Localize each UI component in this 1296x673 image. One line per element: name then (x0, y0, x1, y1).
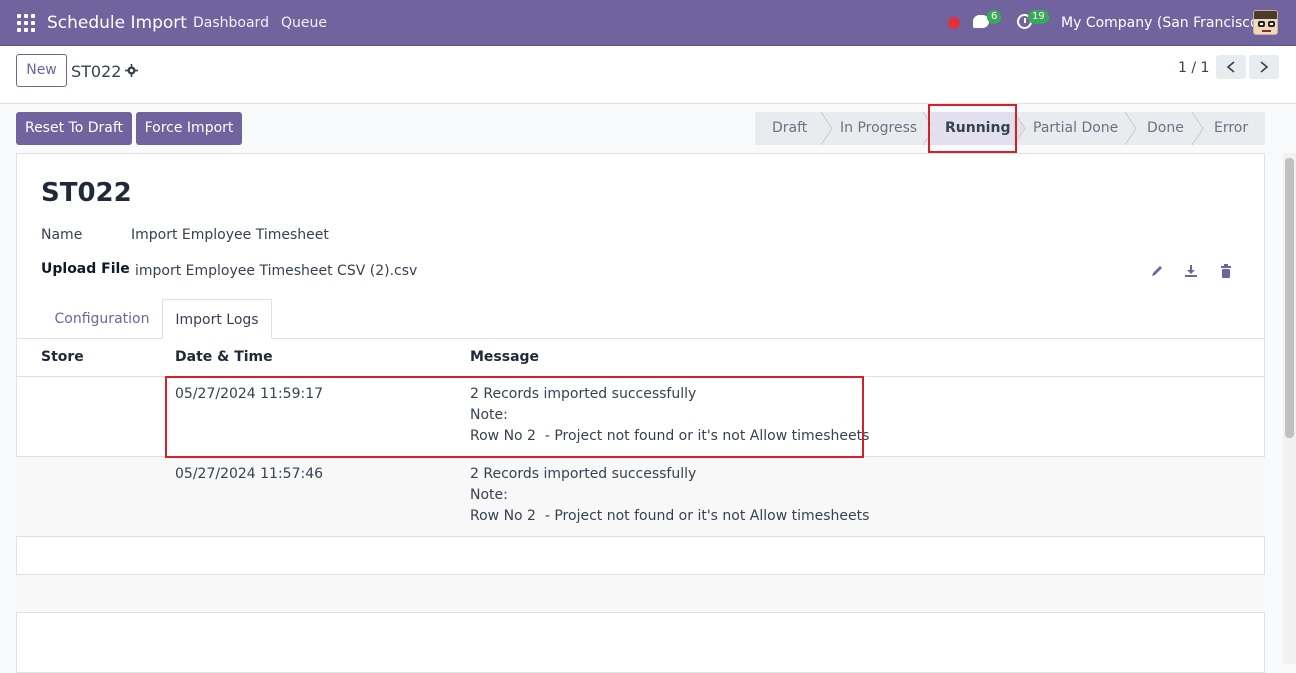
reset-to-draft-button[interactable]: Reset To Draft (16, 112, 132, 145)
stage-in-progress[interactable]: In Progress (840, 112, 917, 145)
menu-dashboard[interactable]: Dashboard (193, 15, 269, 31)
column-message[interactable]: Message (470, 349, 539, 365)
empty-table-row (16, 537, 1265, 575)
app-title[interactable]: Schedule Import (47, 13, 187, 33)
chevron-left-icon (1226, 61, 1235, 73)
column-date-time[interactable]: Date & Time (175, 349, 273, 365)
user-avatar[interactable] (1253, 10, 1278, 35)
name-label: Name (41, 227, 83, 243)
stage-separator (821, 112, 833, 145)
force-import-button[interactable]: Force Import (136, 112, 242, 145)
top-navbar: Schedule Import Dashboard Queue 6 19 My … (0, 0, 1296, 46)
chevron-right-icon (1260, 61, 1269, 73)
company-switcher[interactable]: My Company (San Francisco) (1061, 15, 1264, 31)
edit-pencil-icon[interactable] (1150, 264, 1164, 278)
apps-menu-icon[interactable] (17, 14, 35, 32)
pager-previous-button[interactable] (1216, 55, 1246, 79)
running-stage-highlight (928, 104, 1017, 153)
recording-indicator-icon[interactable] (948, 17, 960, 29)
cell-message-line1: 2 Records imported successfully (470, 466, 697, 482)
trash-icon[interactable] (1219, 264, 1233, 278)
pager-next-button[interactable] (1249, 55, 1279, 79)
cell-datetime: 05/27/2024 11:57:46 (175, 466, 324, 482)
stage-error[interactable]: Error (1214, 112, 1248, 145)
stage-separator (1192, 112, 1204, 145)
name-field[interactable]: Import Employee Timesheet (131, 227, 329, 243)
stage-separator (1125, 112, 1137, 145)
activity-count-badge: 19 (1028, 10, 1049, 24)
record-title: ST022 (41, 178, 132, 208)
scrollbar[interactable] (1283, 153, 1296, 664)
stage-done[interactable]: Done (1147, 112, 1184, 145)
log-row-highlight (165, 376, 864, 458)
stage-draft[interactable]: Draft (772, 112, 807, 145)
menu-queue[interactable]: Queue (281, 15, 327, 31)
table-row[interactable]: 05/27/2024 11:57:46 2 Records imported s… (16, 457, 1265, 537)
upload-file-field[interactable]: import Employee Timesheet CSV (2).csv (135, 263, 417, 279)
stage-partial-done[interactable]: Partial Done (1033, 112, 1118, 145)
gear-icon[interactable] (125, 64, 138, 77)
download-icon[interactable] (1184, 264, 1198, 278)
cell-message-line2: Note: (470, 487, 508, 503)
breadcrumb-record: ST022 (71, 62, 122, 81)
empty-table-row (16, 575, 1265, 613)
control-panel: New ST022 1 / 1 (0, 46, 1296, 104)
column-store[interactable]: Store (41, 349, 84, 365)
tab-import-logs[interactable]: Import Logs (162, 299, 272, 339)
tab-configuration[interactable]: Configuration (43, 299, 161, 339)
upload-file-label: Upload File (41, 261, 130, 277)
pager-value[interactable]: 1 / 1 (1178, 60, 1209, 76)
new-button[interactable]: New (16, 54, 67, 87)
scrollbar-thumb[interactable] (1285, 158, 1294, 438)
chat-count-badge: 6 (987, 10, 1002, 24)
cell-message-line3: Row No 2 - Project not found or it's not… (470, 508, 870, 524)
